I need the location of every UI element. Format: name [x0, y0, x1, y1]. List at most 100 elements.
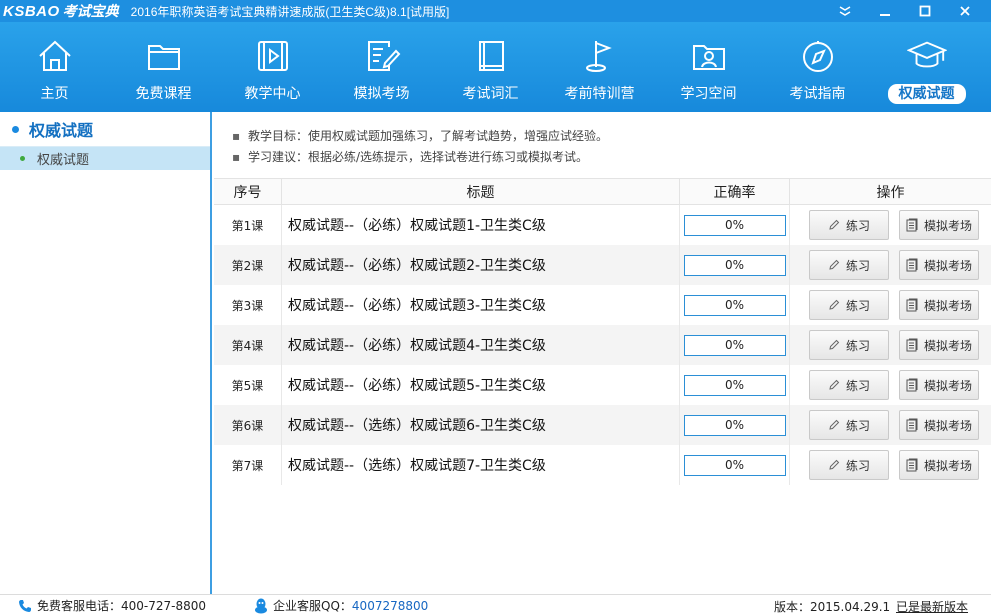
lesson-index: 第2课 — [214, 245, 282, 285]
nav-authoritative-tests[interactable]: 权威试题 — [872, 22, 981, 112]
mock-exam-button[interactable]: 模拟考场 — [899, 450, 979, 480]
pencil-icon — [829, 419, 840, 430]
window-controls — [825, 0, 985, 22]
nav-training-camp[interactable]: 考前特训营 — [545, 22, 654, 112]
green-dot-icon — [20, 156, 25, 161]
user-folder-icon — [689, 36, 729, 76]
home-icon — [35, 36, 75, 76]
accuracy-box: 0% — [683, 374, 786, 396]
tip-bullet: ▪ — [232, 150, 241, 164]
lesson-index: 第3课 — [214, 285, 282, 325]
mock-exam-button-label: 模拟考场 — [923, 298, 972, 313]
nav-label-home: 主页 — [40, 86, 69, 102]
accuracy-box: 0% — [683, 254, 786, 276]
nav-teaching-center[interactable]: 教学中心 — [218, 22, 327, 112]
nav-vocabulary[interactable]: 考试词汇 — [436, 22, 545, 112]
table-row: 第7课 权威试题--（选练）权威试题7-卫生类C级 0% 练习 模拟考场 — [214, 445, 991, 485]
support-qq-number[interactable]: 4007278800 — [352, 599, 428, 613]
action-cell: 练习 模拟考场 — [790, 245, 991, 285]
compass-icon — [798, 36, 838, 76]
lesson-title: 权威试题--（必练）权威试题4-卫生类C级 — [282, 325, 680, 365]
practice-button-label: 练习 — [845, 298, 870, 313]
table-body: 第1课 权威试题--（必练）权威试题1-卫生类C级 0% 练习 模拟考场 第2课 权威试题-… — [214, 205, 991, 485]
lesson-title: 权威试题--（必练）权威试题2-卫生类C级 — [282, 245, 680, 285]
sidebar-bullet-icon — [12, 125, 19, 133]
close-button[interactable] — [945, 0, 985, 22]
accuracy-box: 0% — [683, 414, 786, 436]
practice-button[interactable]: 练习 — [809, 370, 889, 400]
practice-button[interactable]: 练习 — [809, 250, 889, 280]
table-row: 第2课 权威试题--（必练）权威试题2-卫生类C级 0% 练习 模拟考场 — [214, 245, 991, 285]
sidebar-title: 权威试题 — [29, 121, 94, 140]
nav-free-courses[interactable]: 免费课程 — [109, 22, 218, 112]
rate-cell: 0% — [680, 325, 790, 365]
action-cell: 练习 模拟考场 — [790, 205, 991, 245]
mock-exam-button-label: 模拟考场 — [923, 338, 972, 353]
sidebar-item-authoritative-tests[interactable]: 权威试题 — [0, 146, 210, 170]
practice-button[interactable]: 练习 — [809, 290, 889, 320]
main-nav: 主页 免费课程 教学中心 模拟考场 考试词汇 考前特训营 学习空间 考试指南 权… — [0, 22, 991, 112]
column-header-rate: 正确率 — [680, 179, 790, 204]
lesson-title: 权威试题--（选练）权威试题7-卫生类C级 — [282, 445, 680, 485]
practice-button-label: 练习 — [845, 338, 870, 353]
accuracy-box: 0% — [683, 214, 786, 236]
practice-button[interactable]: 练习 — [809, 210, 889, 240]
mock-exam-button[interactable]: 模拟考场 — [899, 250, 979, 280]
pencil-icon — [829, 219, 840, 230]
practice-button-label: 练习 — [845, 258, 870, 273]
graduation-cap-icon — [906, 36, 947, 76]
mock-exam-button-label: 模拟考场 — [923, 378, 972, 393]
column-header-index: 序号 — [214, 179, 282, 204]
practice-button[interactable]: 练习 — [809, 330, 889, 360]
nav-label-free-courses: 免费课程 — [135, 86, 192, 102]
version-text: 版本：2015.04.29.1 — [774, 600, 891, 614]
action-cell: 练习 模拟考场 — [790, 445, 991, 485]
close-icon — [960, 6, 970, 16]
practice-button[interactable]: 练习 — [809, 450, 889, 480]
sidebar-header: 权威试题 — [0, 112, 210, 146]
mock-exam-button-label: 模拟考场 — [923, 418, 972, 433]
lesson-index: 第6课 — [214, 405, 282, 445]
support-phone-text: 免费客服电话：400-727-8800 — [37, 599, 207, 613]
rate-cell: 0% — [680, 245, 790, 285]
table-row: 第1课 权威试题--（必练）权威试题1-卫生类C级 0% 练习 模拟考场 — [214, 205, 991, 245]
nav-study-space[interactable]: 学习空间 — [654, 22, 763, 112]
sidebar-item-label: 权威试题 — [37, 153, 90, 168]
tips: ▪ 教学目标：使用权威试题加强练习，了解考试趋势，增强应试经验。 ▪ 学习建议：… — [214, 112, 991, 168]
phone-icon — [19, 599, 31, 612]
document-icon — [906, 258, 918, 272]
rate-cell: 0% — [680, 405, 790, 445]
book-icon — [471, 36, 511, 76]
mock-exam-button-label: 模拟考场 — [923, 218, 972, 233]
action-cell: 练习 模拟考场 — [790, 285, 991, 325]
update-status-link[interactable]: 已是最新版本 — [896, 598, 968, 615]
mock-exam-button[interactable]: 模拟考场 — [899, 330, 979, 360]
status-bar: 免费客服电话：400-727-8800 企业客服QQ： 4007278800 版… — [0, 594, 991, 616]
document-icon — [906, 218, 918, 232]
mock-exam-button[interactable]: 模拟考场 — [899, 290, 979, 320]
mock-exam-button[interactable]: 模拟考场 — [899, 210, 979, 240]
minimize-button[interactable] — [865, 0, 905, 22]
practice-button[interactable]: 练习 — [809, 410, 889, 440]
nav-exam-guide[interactable]: 考试指南 — [763, 22, 872, 112]
practice-button-label: 练习 — [845, 458, 870, 473]
nav-mock-exam[interactable]: 模拟考场 — [327, 22, 436, 112]
maximize-button[interactable] — [905, 0, 945, 22]
rate-cell: 0% — [680, 445, 790, 485]
document-icon — [906, 298, 918, 312]
pencil-icon — [829, 299, 840, 310]
nav-home[interactable]: 主页 — [0, 22, 109, 112]
mock-exam-button[interactable]: 模拟考场 — [899, 410, 979, 440]
rate-cell: 0% — [680, 285, 790, 325]
pencil-icon — [829, 379, 840, 390]
mock-exam-button[interactable]: 模拟考场 — [899, 370, 979, 400]
document-icon — [906, 378, 918, 392]
accuracy-box: 0% — [683, 454, 786, 476]
app-logo: KSBAO 考试宝典 — [0, 1, 119, 21]
nav-label-mock-exam: 模拟考场 — [353, 86, 410, 102]
document-icon — [906, 458, 918, 472]
practice-button-label: 练习 — [845, 378, 870, 393]
menu-dropdown-button[interactable] — [825, 0, 865, 22]
table-row: 第5课 权威试题--（必练）权威试题5-卫生类C级 0% 练习 模拟考场 — [214, 365, 991, 405]
column-header-title: 标题 — [282, 179, 680, 204]
